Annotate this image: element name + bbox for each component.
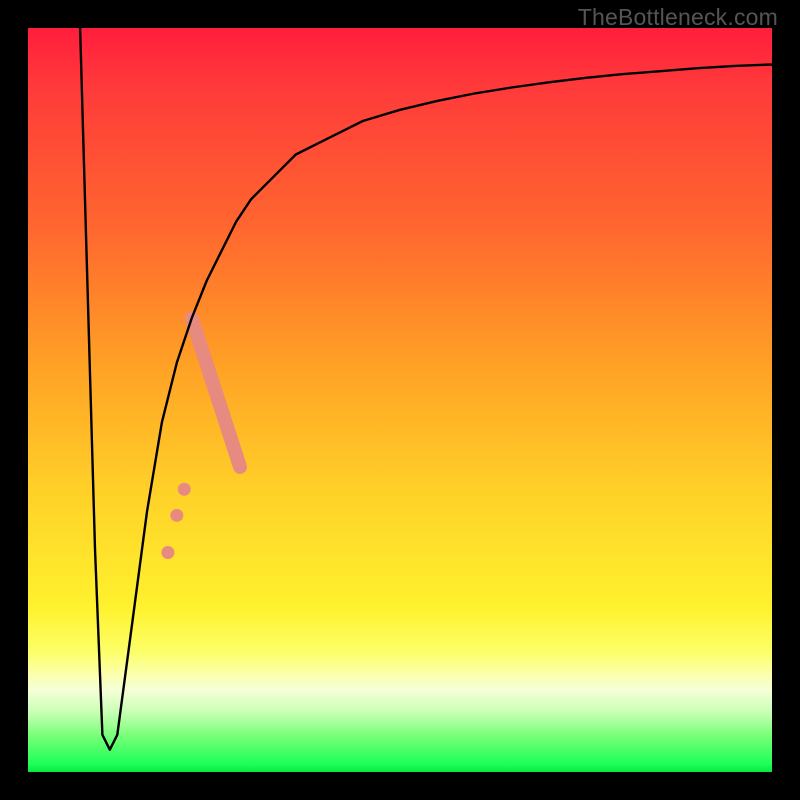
highlight-bar (192, 318, 240, 467)
watermark-text: TheBottleneck.com (578, 4, 778, 31)
chart-frame: TheBottleneck.com (0, 0, 800, 800)
plot-area (28, 28, 772, 772)
highlight-dot (170, 509, 183, 522)
highlight-dot (161, 546, 174, 559)
chart-svg (28, 28, 772, 772)
bottleneck-curve (80, 28, 772, 750)
highlight-dot (178, 483, 191, 496)
highlight-markers (161, 318, 240, 559)
